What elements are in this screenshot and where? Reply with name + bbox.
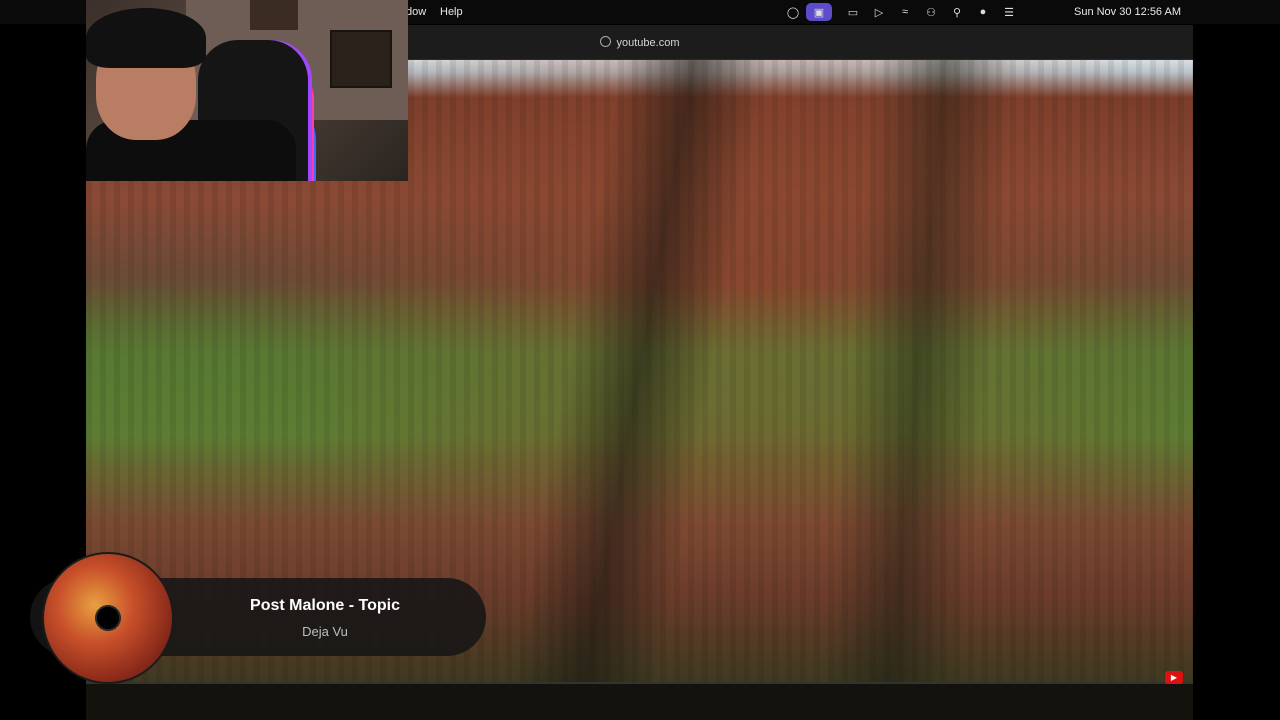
battery-icon[interactable]: ▭ — [840, 3, 866, 21]
spotlight-search-icon[interactable]: ⚲ — [944, 3, 970, 21]
now-playing-track: Deja Vu — [302, 624, 348, 639]
globe-icon — [599, 36, 611, 47]
screen-record-icon[interactable]: ▣ — [806, 3, 832, 21]
wall-art — [250, 0, 298, 30]
menu-help[interactable]: Help — [440, 6, 463, 18]
youtube-icon[interactable]: ▶ — [1165, 671, 1183, 684]
now-playing-artist: Post Malone - Topic — [250, 597, 400, 614]
user-switch-icon[interactable]: ⚇ — [918, 3, 944, 21]
menu-clock[interactable]: Sun Nov 30 12:56 AM — [1074, 6, 1181, 18]
person-hair — [86, 8, 206, 68]
album-art-disc — [42, 552, 174, 684]
wall-painting — [330, 30, 392, 88]
play-icon[interactable]: ▷ — [866, 3, 892, 21]
screen-share-icon[interactable]: ◯ — [780, 3, 806, 21]
menu-window[interactable]: dow — [406, 6, 426, 18]
video-bottom-area — [86, 684, 1193, 720]
webcam-overlay — [86, 0, 408, 181]
wifi-icon[interactable]: ≈ — [892, 3, 918, 21]
status-icons: ◯ ▣ ▭ ▷ ≈ ⚇ ⚲ ● ☰ — [780, 3, 1022, 21]
siri-icon[interactable]: ● — [970, 3, 996, 21]
control-center-icon[interactable]: ☰ — [996, 3, 1022, 21]
url-text: youtube.com — [616, 37, 680, 49]
